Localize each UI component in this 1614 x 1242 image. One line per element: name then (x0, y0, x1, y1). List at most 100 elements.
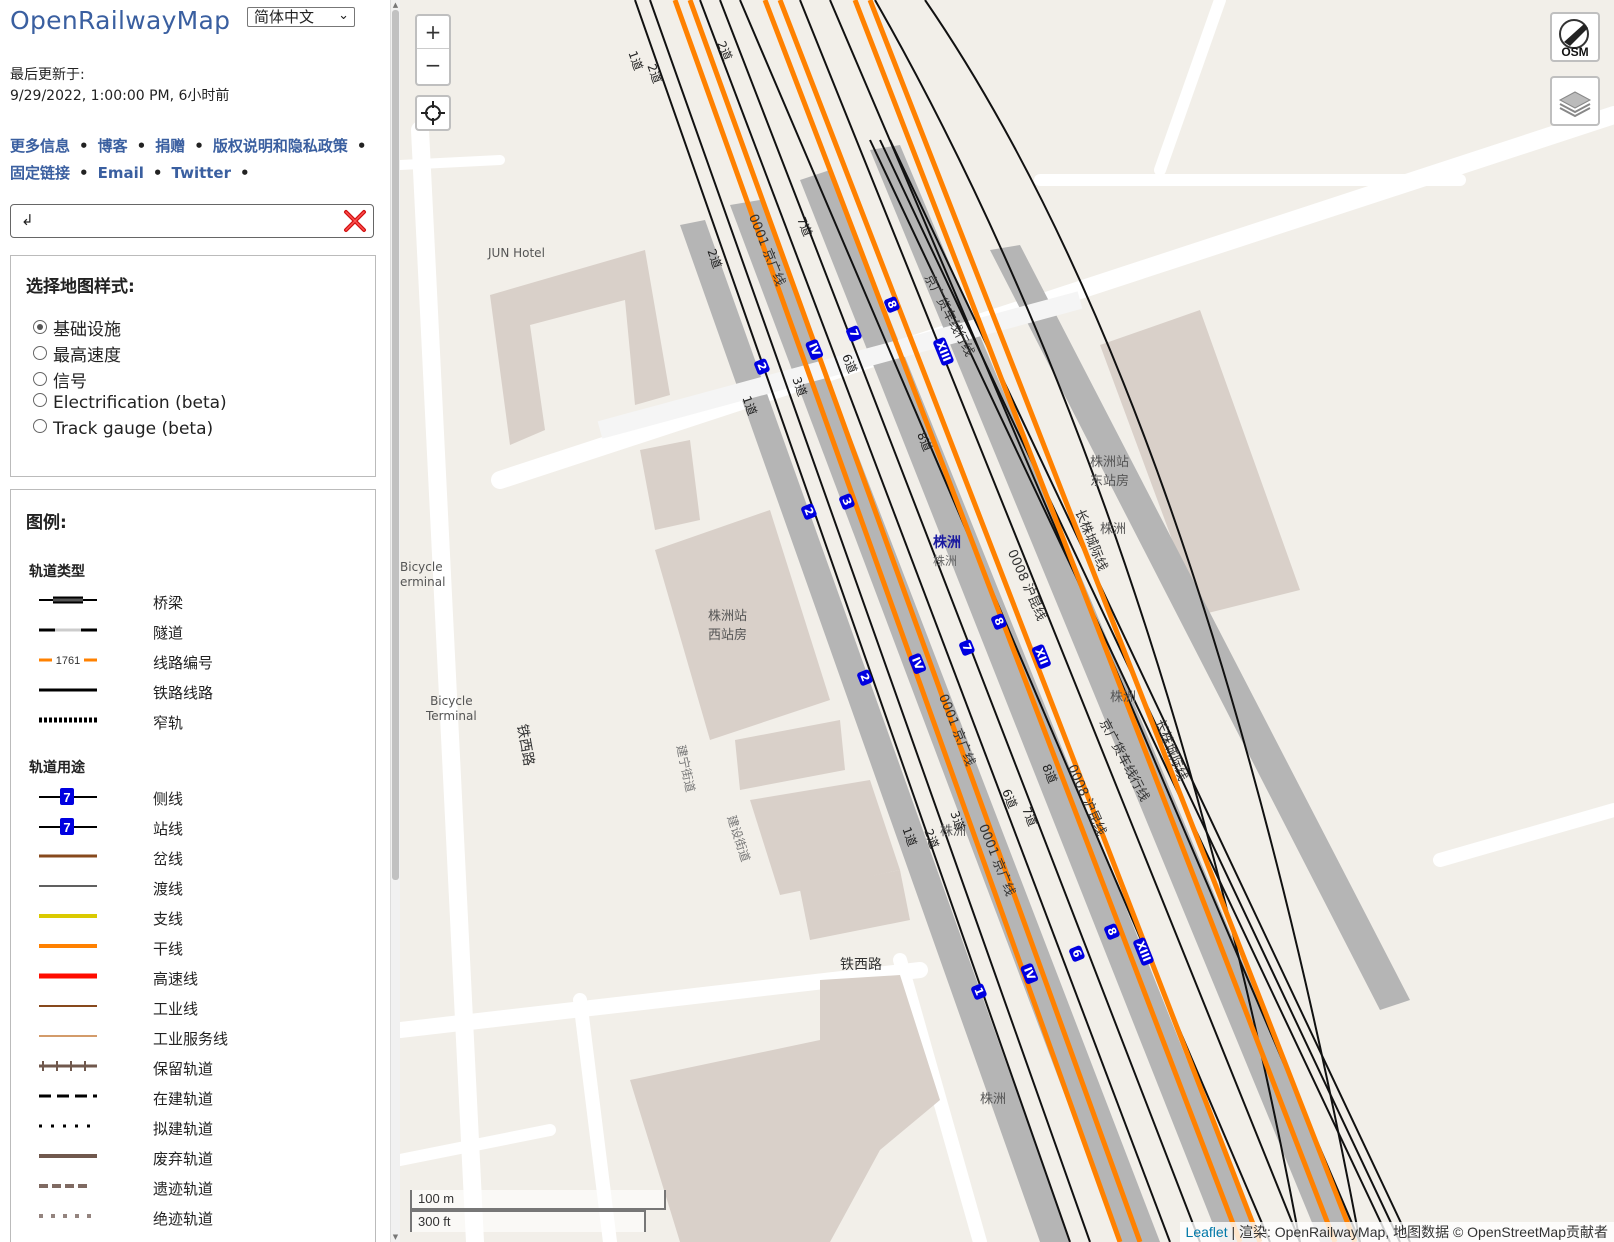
clear-search-icon[interactable] (343, 209, 367, 233)
track-marker[interactable]: 6 (1068, 944, 1086, 963)
label-line: Bicycle (430, 694, 473, 708)
separator-dot: • (79, 137, 89, 155)
legend-row: 1761 线路编号 (29, 650, 329, 672)
sidebar: OpenRailwayMap 简体中文 ⌄ 最后更新于: 9/29/2022, … (0, 0, 390, 1242)
legend-label: 工业线 (153, 1000, 199, 1018)
legend-label: 高速线 (153, 970, 199, 988)
hotel-label: JUN Hotel (488, 246, 545, 260)
legend-row: 工业线 (29, 996, 329, 1018)
preserved-icon (39, 1061, 97, 1071)
zoom-in-button[interactable]: + (417, 16, 449, 49)
label-line: 株洲 (933, 535, 961, 551)
style-option-label: Track gauge (beta) (53, 419, 214, 439)
siding-sample: 7 (63, 790, 70, 805)
style-option-gauge[interactable]: Track gauge (beta) (33, 419, 213, 439)
search-input[interactable]: ↲ (10, 204, 374, 238)
link-email[interactable]: Email (98, 164, 144, 182)
app-title[interactable]: OpenRailwayMap (10, 6, 230, 35)
branch-icon (39, 914, 97, 918)
zoom-out-button[interactable]: − (417, 49, 449, 81)
track-marker[interactable]: 2 (800, 502, 818, 521)
separator-dot: • (136, 137, 147, 155)
link-blog[interactable]: 博客 (98, 137, 128, 155)
link-copyright-privacy[interactable]: 版权说明和隐私政策 (213, 137, 348, 155)
track-marker-group: 7 (845, 322, 863, 343)
style-option-infrastructure[interactable]: 基础设施 (33, 315, 121, 340)
track-marker[interactable]: 1 (970, 982, 988, 1001)
industrial-service-icon (39, 1035, 97, 1037)
legend-row: 绝迹轨道 (29, 1206, 329, 1228)
language-select[interactable]: 简体中文 ⌄ (247, 7, 355, 27)
style-option-electrification[interactable]: Electrification (beta) (33, 393, 227, 413)
building (735, 720, 845, 790)
track-marker[interactable]: 7 (845, 324, 863, 343)
track-marker[interactable]: 2 (753, 357, 771, 376)
track-marker[interactable]: 2 (856, 668, 874, 687)
language-select-value: 简体中文 (254, 8, 315, 26)
radio-icon (33, 346, 47, 360)
legend-label: 工业服务线 (153, 1030, 229, 1048)
track-marker[interactable]: 8 (883, 295, 901, 314)
track-marker-group: 6 (1068, 942, 1086, 963)
track-marker-group: IV (804, 338, 824, 361)
bicycle-terminal-label-1: Bicycle erminal (400, 560, 445, 590)
legend-row: 高速线 (29, 966, 329, 988)
track-marker[interactable]: 3 (838, 492, 856, 511)
attribution-text: | 渲染: OpenRailwayMap, 地图数据 © OpenStreetM… (1227, 1224, 1608, 1240)
legend-label: 窄轨 (153, 714, 184, 732)
legend-label: 站线 (153, 820, 184, 838)
link-more-info[interactable]: 更多信息 (10, 137, 70, 155)
osm-edit-control[interactable]: OSM (1550, 12, 1600, 62)
scroll-down-icon[interactable]: ▼ (392, 1233, 399, 1241)
legend-label: 废弃轨道 (153, 1150, 214, 1168)
track-marker[interactable]: 8 (990, 612, 1008, 631)
style-option-signals[interactable]: 信号 (33, 367, 87, 392)
sidebar-scrollbar[interactable]: ▲ ▼ (390, 0, 400, 1242)
map-canvas[interactable]: JUN Hotel Bicycle erminal Bicycle Terminal… (400, 0, 1614, 1242)
legend-row: 干线 (29, 936, 329, 958)
bridge-icon (39, 596, 97, 604)
tunnel-icon (39, 628, 97, 632)
radio-icon (33, 372, 47, 386)
link-donate[interactable]: 捐赠 (155, 137, 185, 155)
track-marker-group: 8 (1103, 920, 1121, 941)
track-marker[interactable]: 7 (958, 638, 976, 657)
legend-label: 渡线 (153, 880, 184, 898)
separator-dot: • (79, 164, 89, 182)
legend-row: 在建轨道 (29, 1086, 329, 1108)
link-twitter[interactable]: Twitter (172, 164, 232, 182)
legend-row: 7 侧线 (29, 786, 329, 808)
legend-label: 支线 (153, 910, 184, 928)
locate-icon[interactable] (417, 97, 449, 129)
legend-row: 工业服务线 (29, 1026, 329, 1048)
label-line: 东站房 (1090, 474, 1130, 489)
razed-icon (39, 1214, 91, 1218)
label-line: 株洲站 (708, 609, 748, 624)
legend-row: 遗迹轨道 (29, 1176, 329, 1198)
layers-control[interactable] (1550, 76, 1600, 126)
legend-track-type-heading: 轨道类型 (29, 564, 85, 580)
scale-imperial: 300 ft (410, 1210, 646, 1232)
style-option-maxspeed[interactable]: 最高速度 (33, 341, 121, 366)
map-style-heading: 选择地图样式: (26, 277, 135, 297)
building (640, 440, 700, 530)
scroll-up-icon[interactable]: ▲ (392, 1, 399, 9)
industrial-icon (39, 1005, 97, 1007)
track-marker-group: 2 (753, 355, 771, 376)
zhuzhou-label: 株洲 (1110, 690, 1137, 705)
style-option-label: 信号 (53, 372, 87, 392)
scrollbar-thumb[interactable] (392, 10, 399, 880)
label-line: 株洲 (933, 554, 958, 568)
last-update-label: 最后更新于: (10, 67, 85, 83)
crossover-icon (39, 885, 97, 887)
abandoned-icon (39, 1184, 91, 1188)
leaflet-link[interactable]: Leaflet (1186, 1224, 1228, 1240)
zhuzhou-label: 株洲 (980, 1092, 1007, 1107)
track-marker[interactable]: 8 (1103, 922, 1121, 941)
legend-label: 铁路线路 (153, 684, 214, 702)
link-permalink[interactable]: 固定链接 (10, 164, 70, 182)
legend-label: 隧道 (153, 624, 184, 642)
legend-row: 废弃轨道 (29, 1146, 329, 1168)
style-option-label: Electrification (beta) (53, 393, 227, 413)
legend-label: 岔线 (153, 850, 184, 868)
